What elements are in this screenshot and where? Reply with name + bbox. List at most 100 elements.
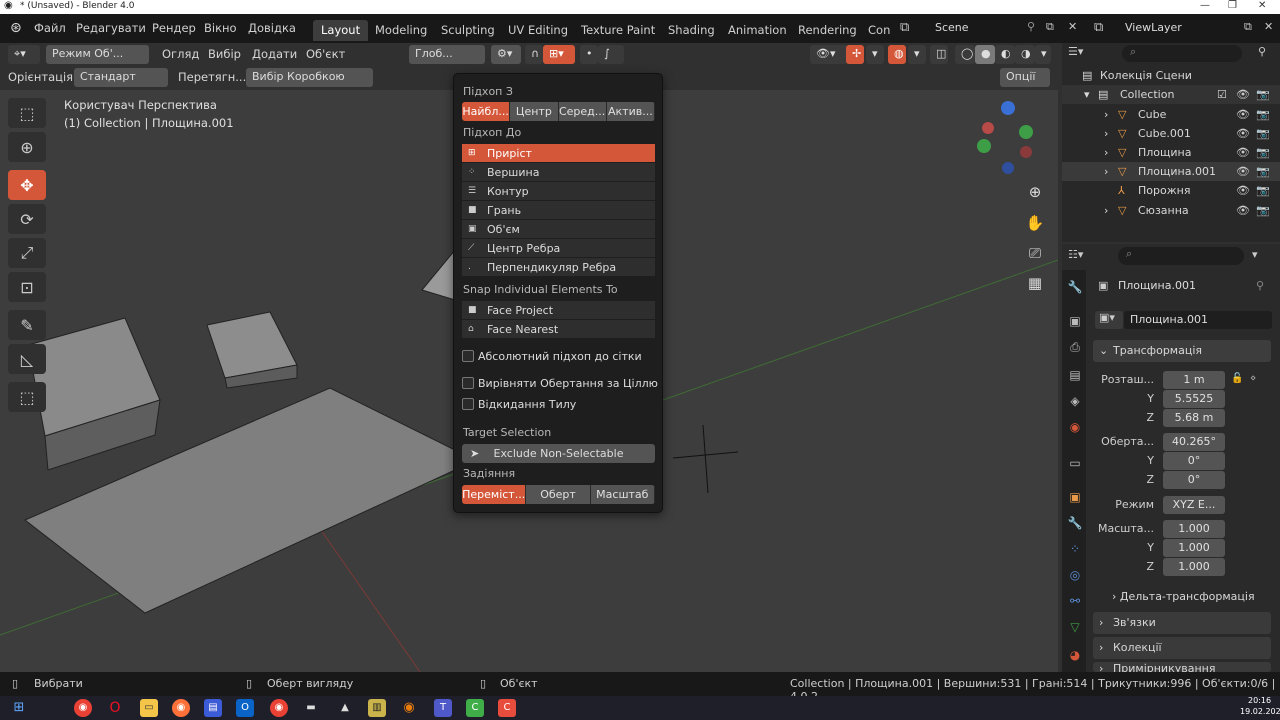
delta-transform-header[interactable]: › Дельта-трансформація	[1112, 590, 1255, 603]
camera-icon[interactable]: 📷	[1256, 181, 1270, 200]
checkbox-icon[interactable]: ☑	[1217, 85, 1227, 104]
eye-icon[interactable]: 👁	[1236, 85, 1250, 104]
transform-orientation-dropdown[interactable]: Глоб...	[409, 45, 485, 64]
snap-to-vertex[interactable]: ⁘ Вершина	[462, 163, 655, 182]
exclude-non-selectable-button[interactable]: ➤ Exclude Non-Selectable	[462, 444, 655, 463]
chrome-icon[interactable]: ◉	[74, 699, 92, 717]
opera-icon[interactable]: O	[106, 699, 124, 717]
camera-icon[interactable]: 📷	[1256, 143, 1270, 162]
menu-window[interactable]: Вікно	[204, 21, 237, 35]
snap-increment-icon[interactable]: ⊞▾	[543, 45, 575, 64]
app2-icon[interactable]: ▥	[368, 699, 386, 717]
menu-file[interactable]: Файл	[34, 21, 66, 35]
modifier-tab-icon[interactable]: 🔧	[1066, 516, 1084, 534]
eye-icon[interactable]: 👁	[1236, 162, 1250, 181]
properties-search-input[interactable]: ⌕	[1118, 247, 1244, 265]
zoom-icon[interactable]: ⊕	[1022, 179, 1048, 205]
wireframe-shading-icon[interactable]: ◯	[955, 45, 975, 64]
filter-icon[interactable]: ⚲	[1258, 45, 1266, 58]
tab-sculpting[interactable]: Sculpting	[433, 20, 503, 41]
tab-shading[interactable]: Shading	[660, 20, 723, 41]
rotation-z-field[interactable]: 0°	[1163, 471, 1225, 489]
location-x-field[interactable]: 1 m	[1163, 371, 1225, 389]
eye-icon[interactable]: 👁	[1236, 201, 1250, 220]
outliner-item-suzanne[interactable]: › ▽ Сюзанна 👁 📷	[1062, 201, 1280, 220]
store-icon[interactable]: ▤	[204, 699, 222, 717]
outliner-collection[interactable]: ▾ ▤ Collection ☑ 👁 📷	[1062, 85, 1280, 104]
outliner-scene-collection[interactable]: ▤ Колекція Сцени	[1062, 66, 1280, 85]
affect-move[interactable]: Переміст...	[462, 485, 527, 504]
outlook-icon[interactable]: O	[236, 699, 254, 717]
menu-add[interactable]: Додати	[252, 47, 297, 61]
camera-icon[interactable]: 📷	[1256, 201, 1270, 220]
backface-culling-checkbox[interactable]: Відкидання Тилу	[462, 398, 576, 411]
menu-select[interactable]: Вибір	[208, 47, 241, 61]
app3-icon[interactable]: C	[498, 699, 516, 717]
tab-layout[interactable]: Layout	[313, 20, 369, 41]
move-tool-icon[interactable]: ✥	[8, 170, 46, 200]
data-tab-icon[interactable]: ▽	[1066, 620, 1084, 638]
new-scene-icon[interactable]: ⧉	[1046, 20, 1054, 34]
outliner-editor-icon[interactable]: ☰▾	[1068, 45, 1083, 58]
grid-view-icon[interactable]: ▦	[1022, 270, 1048, 296]
outliner-item-empty[interactable]: ⅄ Порожня 👁 📷	[1062, 181, 1280, 200]
view-layer-name[interactable]: ViewLayer	[1125, 21, 1182, 34]
expand-icon[interactable]: ›	[1104, 162, 1108, 181]
snap-to-face[interactable]: ■ Грань	[462, 201, 655, 220]
snap-face-nearest[interactable]: ⌂ Face Nearest	[462, 320, 655, 339]
pan-hand-icon[interactable]: ✋	[1022, 210, 1048, 236]
pin-icon[interactable]: ⚲	[1256, 279, 1264, 292]
gizmo-dropdown-icon[interactable]: ▾	[866, 45, 884, 64]
expand-icon[interactable]: ▾	[1084, 85, 1090, 104]
snap-to-increment[interactable]: ⊞ Приріст	[462, 144, 655, 163]
keyframe-icon[interactable]: ⋄	[1250, 373, 1256, 384]
annotate-tool-icon[interactable]: ✎	[8, 310, 46, 340]
scale-z-field[interactable]: 1.000	[1163, 558, 1225, 576]
eye-icon[interactable]: 👁	[1236, 181, 1250, 200]
affect-rotate[interactable]: Оберт	[526, 485, 591, 504]
new-view-layer-icon[interactable]: ⧉	[1244, 20, 1252, 34]
shading-dropdown-icon[interactable]: ▾	[1035, 45, 1051, 64]
app-icon[interactable]: ▬	[302, 699, 320, 717]
outliner-item-plane[interactable]: › ▽ Площина 👁 📷	[1062, 143, 1280, 162]
snap-toggle-icon[interactable]: ∩	[525, 45, 543, 64]
expand-icon[interactable]: ›	[1104, 201, 1108, 220]
maximize-icon[interactable]: ❐	[1228, 0, 1237, 11]
blender-taskbar-icon[interactable]: ◉	[400, 699, 418, 717]
snap-from-median[interactable]: Серед...	[558, 102, 607, 121]
snap-to-edge[interactable]: ☰ Контур	[462, 182, 655, 201]
object-tab-icon[interactable]: ▣	[1066, 490, 1084, 508]
outliner-item-plane001[interactable]: › ▽ Площина.001 👁 📷	[1062, 162, 1280, 181]
expand-icon[interactable]: ›	[1104, 105, 1108, 124]
affect-scale[interactable]: Масштаб	[590, 485, 655, 504]
snap-from-active[interactable]: Актив...	[606, 102, 655, 121]
blender-menu-icon[interactable]: ⊛	[10, 20, 22, 36]
add-cube-tool-icon[interactable]: ⬚	[8, 382, 46, 412]
scene-tab-icon[interactable]: ◈	[1066, 394, 1084, 412]
snap-to-volume[interactable]: ▣ Об'єм	[462, 220, 655, 239]
view-layer-icon[interactable]: ⧉	[1094, 20, 1103, 35]
align-rotation-checkbox[interactable]: Вирівняти Обертання за Ціллю	[462, 377, 658, 390]
tab-compositing[interactable]: Con	[860, 20, 896, 41]
transform-tool-icon[interactable]: ⊡	[8, 272, 46, 302]
gizmo-toggle-icon[interactable]: ✢	[846, 45, 864, 64]
select-box-icon[interactable]: ⬚	[8, 98, 46, 128]
material-shading-icon[interactable]: ◐	[995, 45, 1015, 64]
world-tab-icon[interactable]: ◉	[1066, 420, 1084, 438]
proportional-edit-icon[interactable]: •	[580, 45, 598, 64]
teams-icon[interactable]: T	[434, 699, 452, 717]
material-tab-icon[interactable]: ◕	[1066, 648, 1084, 666]
pivot-point-icon[interactable]: ⚙▾	[491, 45, 521, 64]
eye-icon[interactable]: 👁	[1236, 124, 1250, 143]
absolute-grid-checkbox[interactable]: Абсолютний підхоп до сітки	[462, 350, 642, 363]
options-dropdown[interactable]: Опції	[1000, 68, 1050, 87]
camera-view-icon[interactable]: ⎚	[1022, 240, 1048, 266]
drag-dropdown[interactable]: Вибір Коробкою	[246, 68, 373, 87]
snap-from-closest[interactable]: Найбл...	[462, 102, 511, 121]
close-icon[interactable]: ✕	[1258, 0, 1266, 11]
location-z-field[interactable]: 5.68 m	[1163, 409, 1225, 427]
transform-panel-header[interactable]: ⌄ Трансформація	[1093, 340, 1271, 362]
outliner-item-cube001[interactable]: › ▽ Cube.001 👁 📷	[1062, 124, 1280, 143]
overlay-dropdown-icon[interactable]: ▾	[908, 45, 926, 64]
tab-modeling[interactable]: Modeling	[367, 20, 435, 41]
